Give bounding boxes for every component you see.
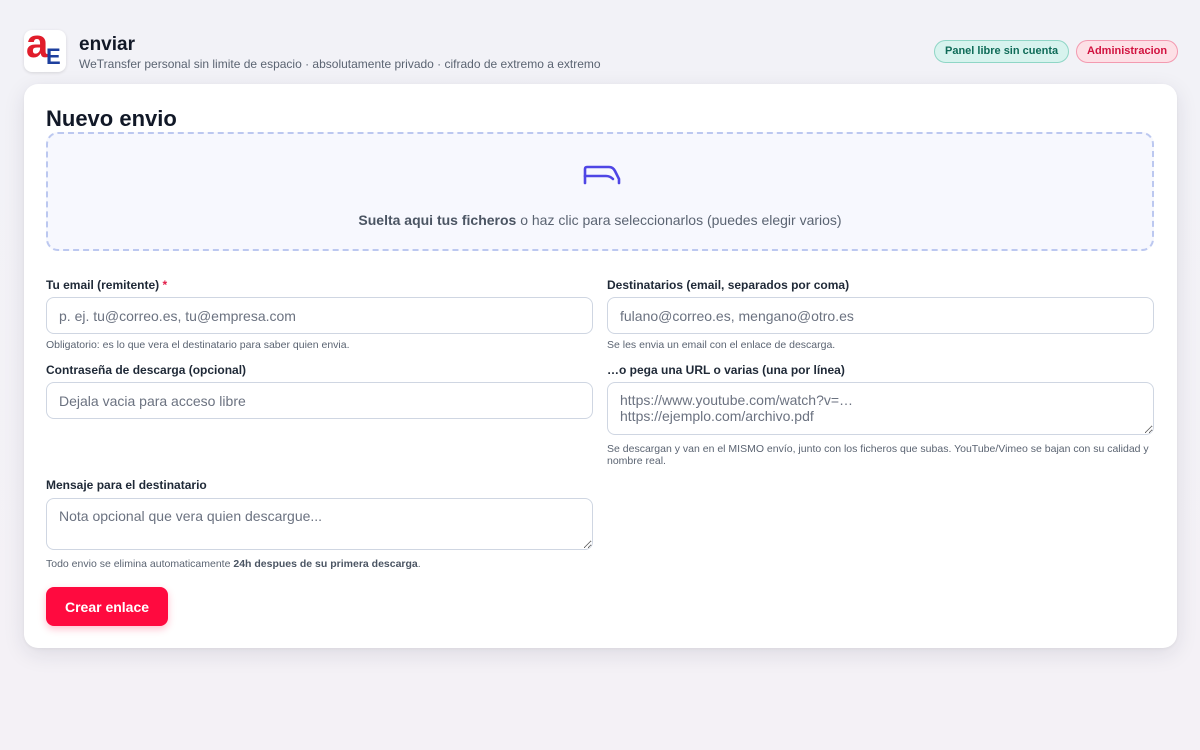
email-help: Obligatorio: es lo que vera el destinata…: [46, 339, 350, 351]
dropzone-text-bold: Suelta aqui tus ficheros: [358, 212, 517, 228]
urls-field[interactable]: [607, 382, 1154, 435]
message-field[interactable]: [46, 498, 593, 550]
expiry-note: Todo envio se elimina automaticamente 24…: [46, 558, 421, 570]
create-link-button[interactable]: Crear enlace: [46, 587, 168, 626]
free-panel-badge[interactable]: Panel libre sin cuenta: [934, 40, 1070, 63]
recipients-label: Destinatarios (email, separados por coma…: [607, 278, 850, 292]
required-mark: *: [162, 278, 168, 292]
email-label: Tu email (remitente) *: [46, 278, 167, 292]
dropzone-text: Suelta aqui tus ficheros o haz clic para…: [48, 212, 1152, 228]
expiry-note-suffix: .: [417, 558, 421, 570]
app-header: a E enviar WeTransfer personal sin limit…: [24, 30, 1179, 74]
file-tray-icon: [583, 165, 621, 185]
expiry-note-bold: 24h despues de su primera descarga: [233, 558, 418, 570]
app-title: enviar: [79, 34, 135, 55]
logo-letter-e: E: [46, 44, 61, 69]
admin-badge[interactable]: Administracion: [1076, 40, 1179, 63]
urls-label: …o pega una URL o varias (una por línea): [607, 363, 845, 377]
recipients-field[interactable]: [607, 297, 1154, 334]
app-subtitle: WeTransfer personal sin limite de espaci…: [79, 57, 601, 71]
password-label: Contraseña de descarga (opcional): [46, 363, 247, 377]
logo-letter-a: a: [26, 30, 49, 66]
dropzone-text-rest: o haz clic para seleccionarlos (puedes e…: [516, 212, 842, 228]
password-field[interactable]: [46, 382, 593, 419]
recipients-help: Se les envia un email con el enlace de d…: [607, 339, 836, 351]
new-transfer-card: Nuevo envio Suelta aqui tus ficheros o h…: [24, 84, 1177, 648]
expiry-note-prefix: Todo envio se elimina automaticamente: [46, 558, 234, 570]
page-title: Nuevo envio: [46, 106, 177, 131]
urls-help: Se descargan y van en el MISMO envío, ju…: [607, 443, 1149, 467]
email-label-text: Tu email (remitente): [46, 278, 160, 292]
file-dropzone[interactable]: Suelta aqui tus ficheros o haz clic para…: [46, 132, 1154, 251]
app-logo: a E: [24, 30, 66, 72]
message-label: Mensaje para el destinatario: [46, 478, 207, 492]
email-field[interactable]: [46, 297, 593, 334]
